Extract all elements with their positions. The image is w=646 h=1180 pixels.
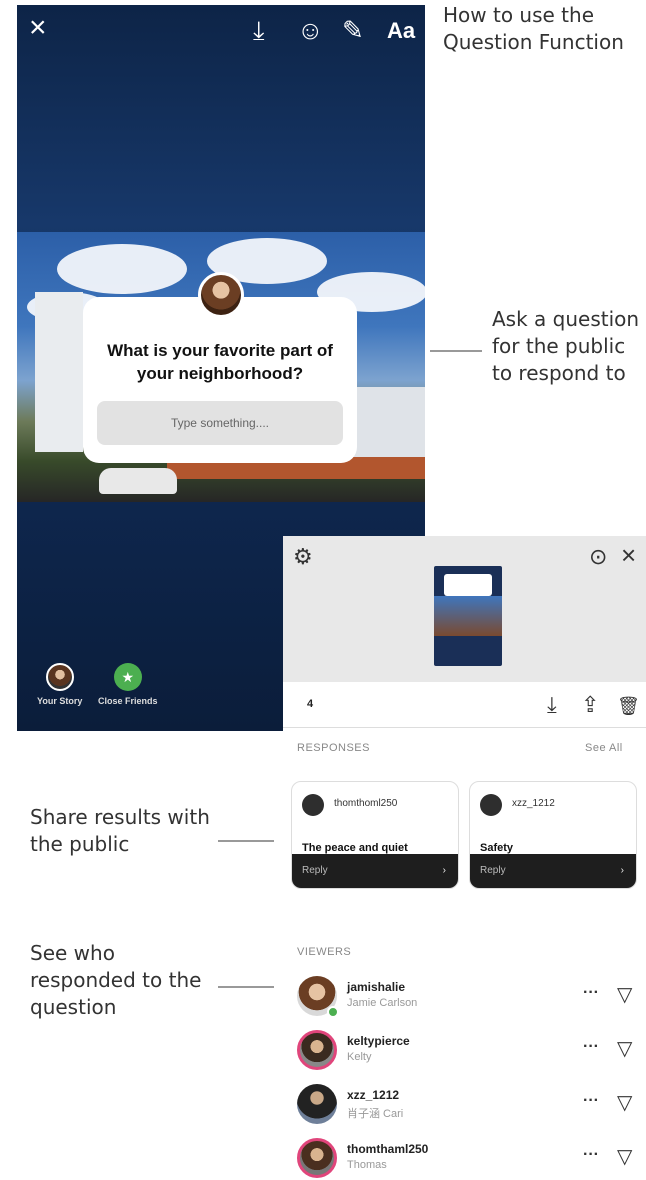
building-shape	[347, 387, 425, 457]
story-results-screen: ⚙ ⊙ × 4 ⤓ ⇪ 🗑 RESPONSES See All thomthom…	[283, 536, 646, 1180]
close-icon[interactable]: ×	[29, 13, 47, 43]
send-icon[interactable]: ▽	[617, 1090, 632, 1115]
your-story-label: Your Story	[37, 696, 83, 706]
avatar	[45, 663, 74, 691]
viewer-row[interactable]: jamishalie Jamie Carlson ··· ▽	[283, 972, 646, 1026]
see-pointer-line	[218, 986, 274, 988]
close-icon[interactable]: ×	[621, 542, 636, 568]
reply-button[interactable]: Reply ›	[470, 854, 636, 888]
send-icon[interactable]: ▽	[617, 1036, 632, 1061]
online-indicator	[327, 1006, 339, 1018]
answer-input[interactable]: Type something....	[97, 401, 343, 445]
ask-annotation: Ask a question for the public to respond…	[492, 306, 642, 387]
response-answer: Safety	[480, 842, 514, 854]
viewer-username: xzz_1212	[347, 1088, 400, 1102]
viewer-row[interactable]: keltypierce Kelty ··· ▽	[283, 1026, 646, 1080]
download-icon[interactable]: ⤓	[253, 17, 265, 43]
more-options-icon[interactable]: ···	[583, 1092, 599, 1110]
more-options-icon[interactable]: ⊙	[589, 546, 607, 568]
close-friends-label: Close Friends	[98, 696, 158, 706]
see-text: See who responded to the question	[30, 941, 202, 1019]
response-username: xzz_1212	[512, 798, 555, 809]
share-close-friends-button[interactable]: ★ Close Friends	[98, 663, 158, 706]
thumb-sky	[434, 596, 502, 636]
delete-icon[interactable]: 🗑	[617, 695, 640, 717]
building-shape	[35, 292, 83, 452]
reply-label: Reply	[302, 865, 328, 876]
star-icon: ★	[113, 663, 142, 691]
share-pointer-line	[218, 840, 274, 842]
draw-icon[interactable]: ✎	[342, 17, 364, 43]
download-icon[interactable]: ⤓	[547, 694, 557, 716]
see-annotation: See who responded to the question	[30, 940, 210, 1021]
results-action-bar: 4 ⤓ ⇪ 🗑	[283, 682, 646, 728]
cloud-shape	[57, 244, 187, 294]
send-icon[interactable]: ▽	[617, 1144, 632, 1169]
send-icon[interactable]: ▽	[617, 982, 632, 1007]
viewer-row[interactable]: xzz_1212 肖子涵 Cari ··· ▽	[283, 1080, 646, 1134]
results-header: ⚙ ⊙ ×	[283, 536, 646, 682]
car-shape	[99, 468, 177, 494]
chevron-right-icon: ›	[620, 865, 624, 876]
response-card[interactable]: thomthoml250 The peace and quiet Reply ›	[291, 781, 459, 889]
viewer-count: 4	[307, 698, 314, 710]
response-answer: The peace and quiet	[302, 842, 408, 854]
avatar	[480, 794, 502, 816]
ask-pointer-line	[430, 350, 482, 352]
viewer-fullname: Jamie Carlson	[347, 997, 418, 1009]
avatar	[302, 794, 324, 816]
sticker-icon[interactable]: ☺	[297, 17, 324, 43]
reply-button[interactable]: Reply ›	[292, 854, 458, 888]
more-options-icon[interactable]: ···	[583, 984, 599, 1002]
responses-heading: RESPONSES	[297, 742, 370, 754]
share-icon[interactable]: ⇪	[581, 694, 599, 716]
see-all-link[interactable]: See All	[585, 742, 623, 754]
title-annotation: How to use the Question Function	[443, 2, 643, 56]
star-glyph: ★	[121, 669, 135, 685]
thumb-card	[444, 574, 492, 596]
viewer-fullname: Kelty	[347, 1051, 372, 1063]
reply-label: Reply	[480, 865, 506, 876]
story-thumbnail[interactable]	[434, 566, 502, 666]
settings-icon[interactable]: ⚙	[293, 546, 313, 568]
viewer-username: jamishalie	[347, 980, 406, 994]
chevron-right-icon: ›	[442, 865, 446, 876]
more-options-icon[interactable]: ···	[583, 1146, 599, 1164]
question-text: What is your favorite part of your neigh…	[107, 341, 333, 383]
viewer-username: thomthaml250	[347, 1142, 429, 1156]
response-card[interactable]: xzz_1212 Safety Reply ›	[469, 781, 637, 889]
avatar	[297, 1030, 337, 1070]
response-username: thomthoml250	[334, 798, 398, 809]
viewer-row[interactable]: thomthaml250 Thomas ··· ▽	[283, 1134, 646, 1180]
question-sticker[interactable]: What is your favorite part of your neigh…	[83, 297, 357, 463]
avatar	[297, 1084, 337, 1124]
viewer-username: keltypierce	[347, 1034, 410, 1048]
text-tool-button[interactable]: Aa	[387, 18, 415, 44]
viewer-fullname: Thomas	[347, 1159, 387, 1171]
title-text: How to use the Question Function	[443, 3, 624, 54]
viewer-fullname: 肖子涵 Cari	[347, 1108, 404, 1120]
share-annotation: Share results with the public	[30, 804, 220, 858]
share-text: Share results with the public	[30, 805, 210, 856]
avatar	[297, 1138, 337, 1178]
share-your-story-button[interactable]: Your Story	[37, 663, 82, 706]
viewers-heading: VIEWERS	[297, 946, 352, 958]
avatar	[198, 272, 244, 318]
story-toolbar: × ⤓ ☺ ✎ Aa	[17, 5, 425, 55]
ask-text: Ask a question for the public to respond…	[492, 307, 640, 385]
more-options-icon[interactable]: ···	[583, 1038, 599, 1056]
